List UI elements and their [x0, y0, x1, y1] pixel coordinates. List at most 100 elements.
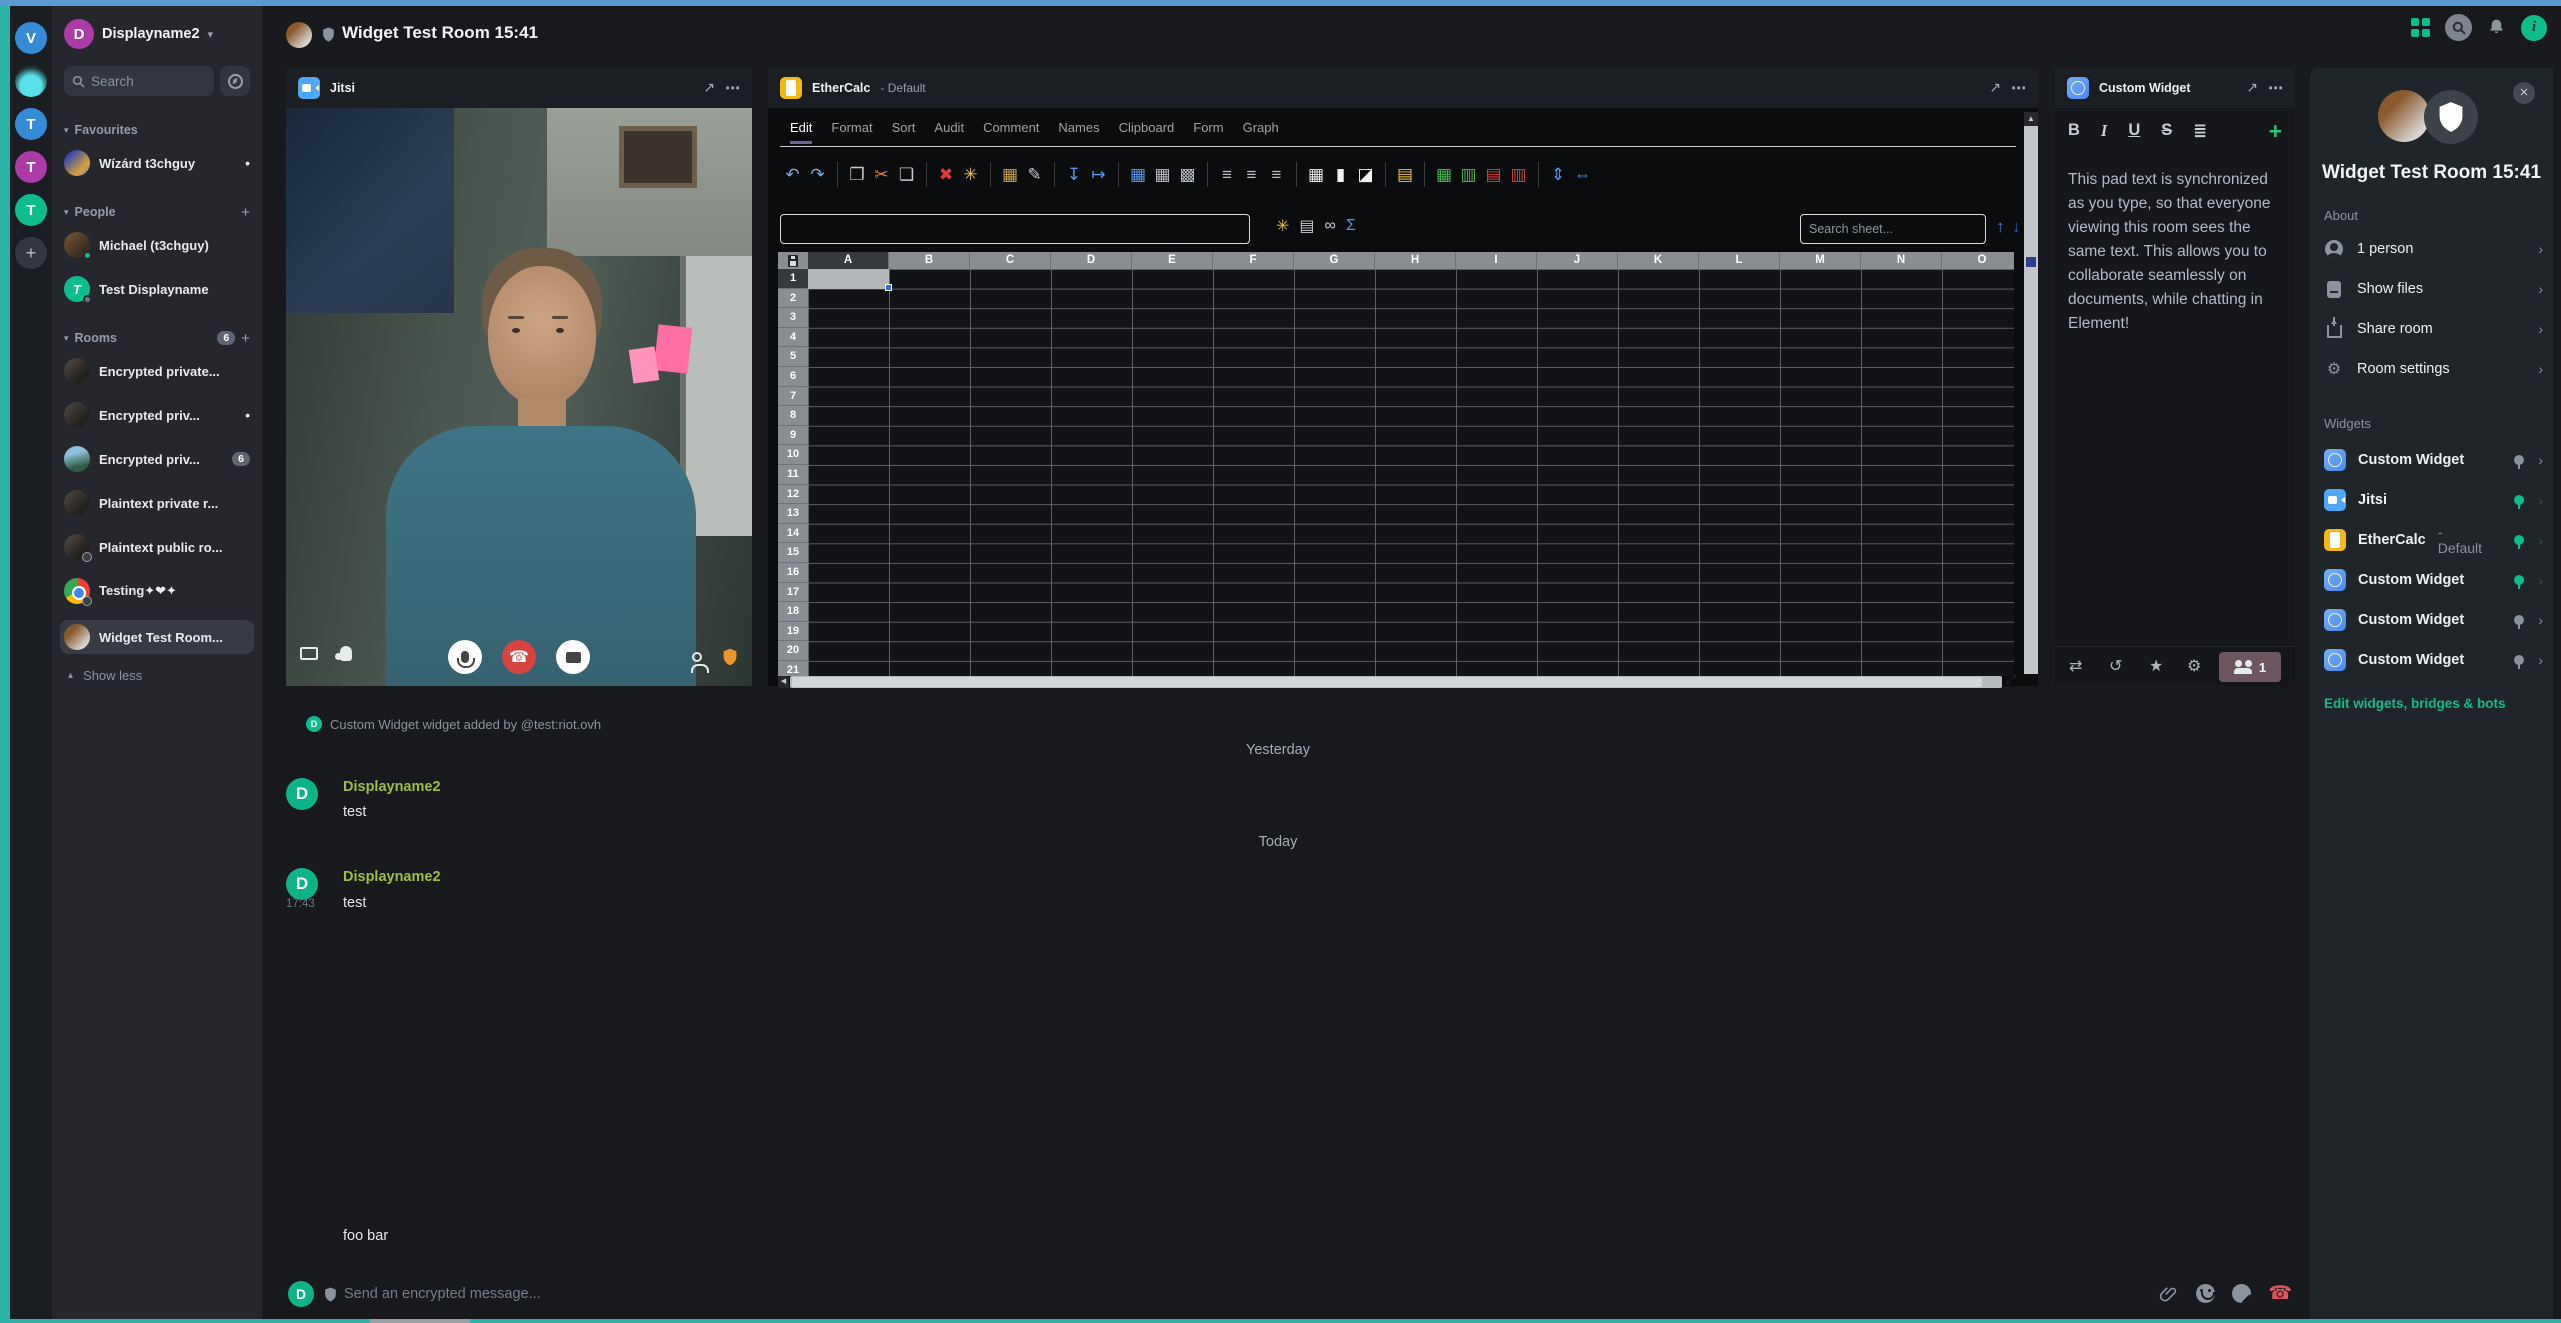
- formula-icon[interactable]: ✳: [1276, 216, 1289, 236]
- pin-icon[interactable]: [2514, 575, 2524, 585]
- format-button[interactable]: B: [2068, 121, 2080, 141]
- widget-list-item[interactable]: Custom Widget ›: [2324, 646, 2543, 674]
- formula-icon[interactable]: ▤: [1299, 216, 1314, 236]
- toolbar-button[interactable]: ≡: [1264, 162, 1289, 187]
- column-header[interactable]: B: [889, 252, 970, 269]
- room-list-item[interactable]: Encrypted priv... 6: [60, 444, 254, 474]
- camera-button[interactable]: [556, 640, 590, 674]
- section-favourites[interactable]: ▾ Favourites: [52, 122, 262, 138]
- menu-item[interactable]: Audit: [934, 120, 964, 135]
- info-icon[interactable]: i: [2521, 15, 2547, 41]
- room-list-item[interactable]: Plaintext public ro...: [60, 532, 254, 562]
- toolbar-button[interactable]: ✖: [926, 162, 958, 187]
- pin-icon[interactable]: [2514, 455, 2524, 465]
- vertical-scrollbar[interactable]: ▲: [2024, 112, 2038, 674]
- column-header[interactable]: G: [1294, 252, 1375, 269]
- column-header[interactable]: L: [1699, 252, 1780, 269]
- row-header[interactable]: 21: [778, 661, 808, 676]
- pin-icon[interactable]: [2514, 535, 2524, 545]
- pad-widget-header[interactable]: Custom Widget: [2055, 68, 2295, 108]
- find-next-icon[interactable]: ↓: [2012, 217, 2021, 237]
- formula-icon[interactable]: ∞: [1325, 217, 1336, 235]
- toolbar-button[interactable]: ↶: [780, 162, 805, 187]
- raise-hand-icon[interactable]: [340, 646, 352, 661]
- pin-icon[interactable]: [2514, 615, 2524, 625]
- message-body[interactable]: test: [343, 895, 366, 911]
- select-all-corner[interactable]: [778, 252, 808, 269]
- chevron-right-icon[interactable]: ›: [2538, 532, 2543, 548]
- row-header[interactable]: 15: [778, 543, 808, 563]
- chevron-right-icon[interactable]: ›: [2538, 612, 2543, 628]
- room-list-item[interactable]: Wízárd t3chguy •: [60, 148, 254, 178]
- column-header[interactable]: J: [1537, 252, 1618, 269]
- search-button[interactable]: [2445, 14, 2472, 41]
- panel-menu-item[interactable]: 1 person ›: [2324, 236, 2543, 262]
- selection-handle[interactable]: [885, 284, 892, 291]
- mute-mic-button[interactable]: [448, 640, 482, 674]
- row-header[interactable]: 19: [778, 622, 808, 642]
- connected-users-button[interactable]: 1: [2219, 652, 2281, 682]
- toolbar-button[interactable]: ◪: [1353, 162, 1378, 187]
- add-person-button[interactable]: +: [241, 204, 250, 221]
- widget-list-item[interactable]: EtherCalc - Default ›: [2324, 526, 2543, 554]
- column-header[interactable]: D: [1051, 252, 1132, 269]
- toolbar-button[interactable]: ▦: [1118, 162, 1150, 187]
- row-header[interactable]: 10: [778, 445, 808, 465]
- panel-menu-item[interactable]: Share room ›: [2324, 316, 2543, 342]
- close-icon[interactable]: ×: [2513, 82, 2535, 104]
- edit-widgets-link[interactable]: Edit widgets, bridges & bots: [2324, 696, 2506, 711]
- widget-list-item[interactable]: Custom Widget ›: [2324, 606, 2543, 634]
- menu-item[interactable]: Comment: [983, 120, 1039, 135]
- popout-icon[interactable]: [703, 79, 715, 97]
- row-header[interactable]: 8: [778, 406, 808, 426]
- toolbar-button[interactable]: ↷: [805, 162, 830, 187]
- security-shield-icon[interactable]: [722, 648, 738, 666]
- space-avatar[interactable]: V: [15, 22, 47, 54]
- apps-grid-icon[interactable]: [2411, 18, 2430, 37]
- row-header[interactable]: 16: [778, 563, 808, 583]
- row-header[interactable]: 18: [778, 602, 808, 622]
- chevron-right-icon[interactable]: ›: [2538, 572, 2543, 588]
- room-list-item[interactable]: Widget Test Room...: [60, 620, 254, 654]
- user-avatar[interactable]: D: [64, 19, 94, 49]
- room-list-item[interactable]: Plaintext private r...: [60, 488, 254, 518]
- space-avatar[interactable]: T: [15, 194, 47, 226]
- column-header[interactable]: M: [1780, 252, 1861, 269]
- options-icon[interactable]: [2268, 79, 2283, 98]
- options-icon[interactable]: [725, 79, 740, 98]
- room-title[interactable]: Widget Test Room 15:41: [342, 23, 538, 43]
- format-button[interactable]: ≣: [2193, 121, 2207, 141]
- row-header[interactable]: 12: [778, 485, 808, 505]
- menu-item[interactable]: Format: [831, 120, 872, 135]
- row-header[interactable]: 20: [778, 641, 808, 661]
- scroll-up-arrow[interactable]: ▲: [2024, 112, 2038, 126]
- selected-cell-a1[interactable]: [808, 269, 889, 289]
- column-header[interactable]: H: [1375, 252, 1456, 269]
- room-list-item[interactable]: T Test Displayname: [60, 274, 254, 304]
- toolbar-button[interactable]: ⇕: [1538, 162, 1570, 187]
- row-header[interactable]: 9: [778, 426, 808, 446]
- column-header[interactable]: K: [1618, 252, 1699, 269]
- search-box[interactable]: [64, 66, 214, 96]
- toolbar-button[interactable]: ▦: [1424, 162, 1456, 187]
- toolbar-button[interactable]: ▦: [1296, 162, 1328, 187]
- message-body[interactable]: foo bar: [343, 1228, 388, 1244]
- column-header[interactable]: I: [1456, 252, 1537, 269]
- horizontal-scrollbar[interactable]: [790, 676, 2002, 688]
- room-list-item[interactable]: Michael (t3chguy): [60, 230, 254, 260]
- row-header[interactable]: 13: [778, 504, 808, 524]
- sheet-search-input[interactable]: [1800, 214, 1986, 244]
- row-header[interactable]: 17: [778, 583, 808, 603]
- message-sender[interactable]: Displayname2: [343, 779, 441, 795]
- room-avatar-large[interactable]: [2378, 90, 2430, 142]
- toolbar-button[interactable]: ▤: [1481, 162, 1506, 187]
- section-people[interactable]: ▾ People +: [52, 204, 262, 220]
- menu-item[interactable]: Edit: [790, 120, 812, 135]
- screenshare-icon[interactable]: [300, 647, 318, 660]
- jitsi-widget-header[interactable]: Jitsi: [286, 68, 752, 108]
- menu-item[interactable]: Sort: [892, 120, 916, 135]
- column-header[interactable]: E: [1132, 252, 1213, 269]
- format-button[interactable]: U: [2128, 121, 2140, 141]
- column-header[interactable]: N: [1861, 252, 1942, 269]
- scrollbar-thumb[interactable]: [792, 677, 1982, 687]
